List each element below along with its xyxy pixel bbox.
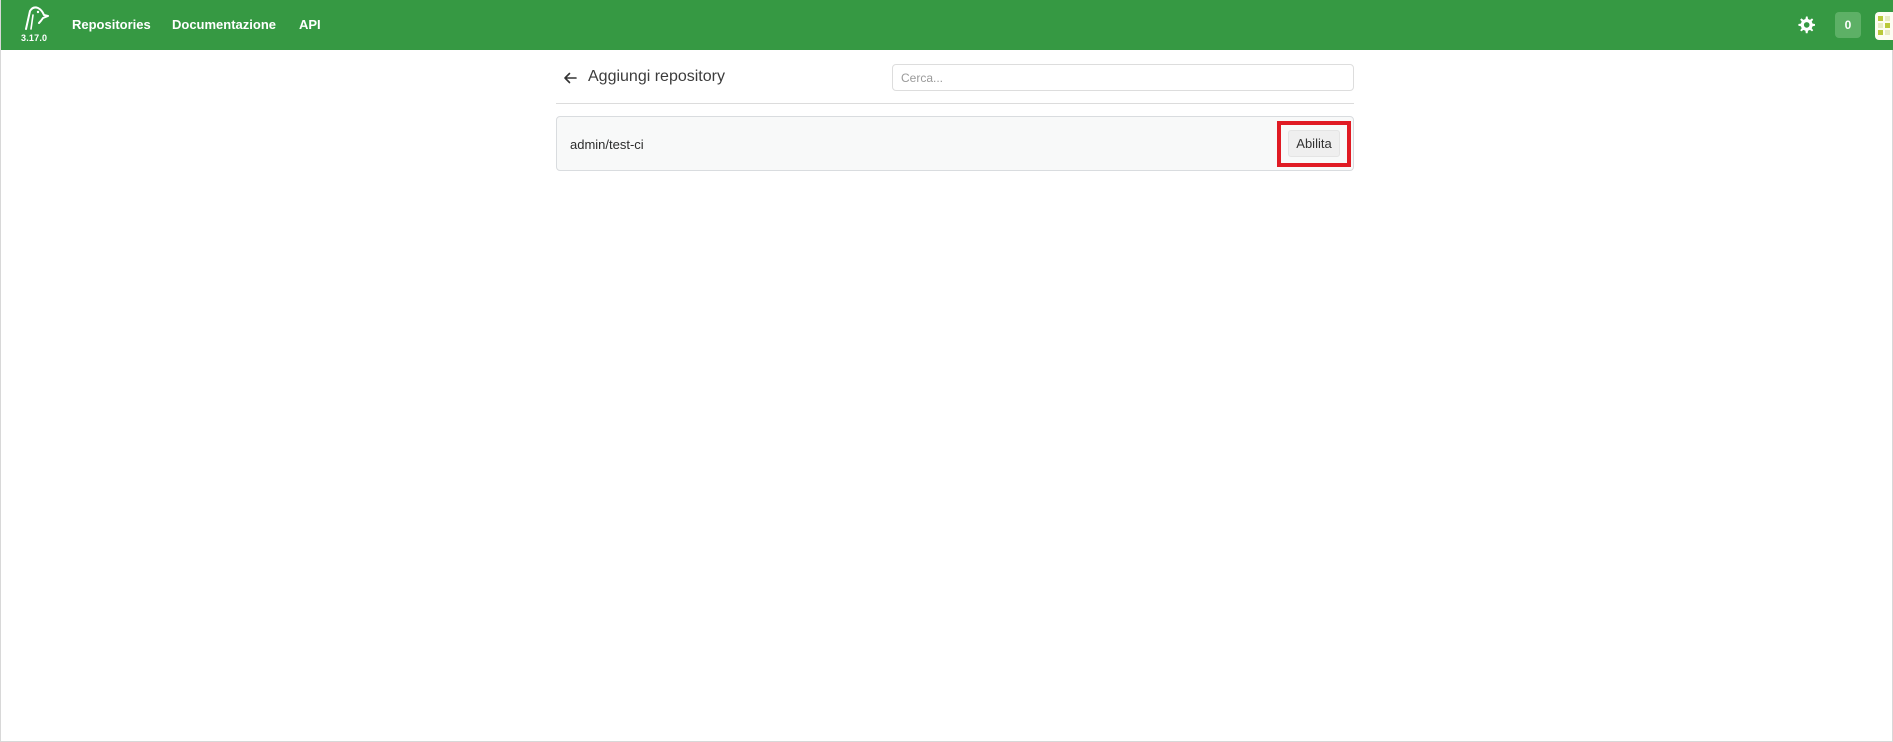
page: 3.17.0 Repositories Documentazione API 0 <box>0 0 1893 742</box>
page-title: Aggiungi repository <box>588 68 725 85</box>
avatar-icon <box>1875 12 1893 40</box>
app-version: 3.17.0 <box>21 33 48 43</box>
page-header: Aggiungi repository <box>556 62 1354 104</box>
search-input[interactable] <box>892 64 1354 91</box>
notification-counter[interactable]: 0 <box>1835 12 1861 38</box>
nav-api[interactable]: API <box>299 17 321 32</box>
enable-button[interactable]: Abilita <box>1288 130 1340 157</box>
nav-repositories[interactable]: Repositories <box>72 17 151 32</box>
list-item: admin/test-ci Abilita <box>556 116 1354 171</box>
logo[interactable]: 3.17.0 <box>19 5 53 45</box>
gear-icon[interactable] <box>1796 15 1816 35</box>
top-navbar: 3.17.0 Repositories Documentazione API 0 <box>1 0 1893 50</box>
logo-icon <box>25 6 49 30</box>
repo-name: admin/test-ci <box>570 137 644 152</box>
nav-documentazione[interactable]: Documentazione <box>172 17 276 32</box>
arrow-left-icon[interactable] <box>562 70 578 86</box>
avatar[interactable] <box>1875 12 1893 40</box>
